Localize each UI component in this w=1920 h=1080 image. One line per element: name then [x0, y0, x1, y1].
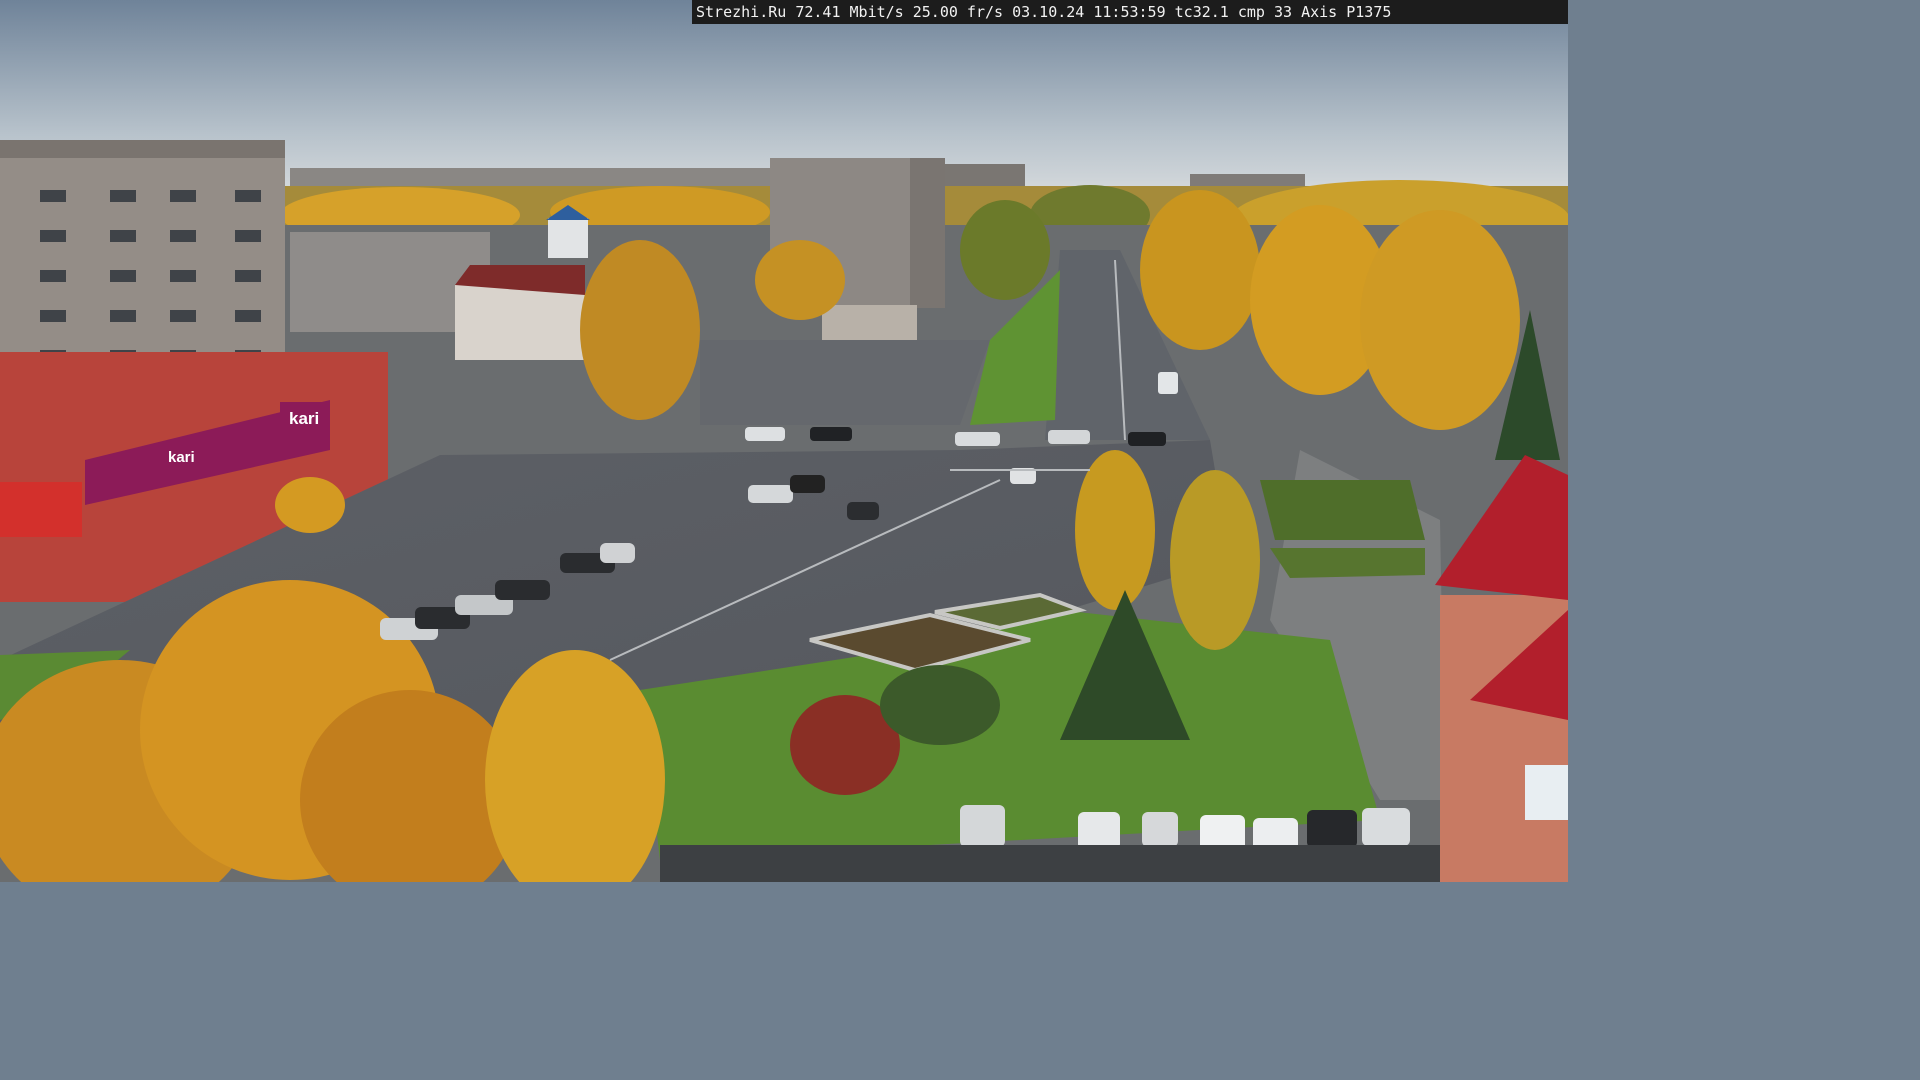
overlay-site: Strezhi.Ru [696, 3, 787, 21]
camera-info-overlay: Strezhi.Ru 72.41 Mbit/s 25.00 fr/s 03.10… [692, 0, 1568, 24]
overlay-date: 03.10.24 [1012, 3, 1085, 21]
overlay-time: 11:53:59 [1093, 3, 1166, 21]
overlay-cmp: cmp 33 [1237, 3, 1293, 21]
overlay-framerate: 25.00 fr/s [912, 3, 1004, 21]
pavilion [822, 305, 917, 345]
city-square-webcam-view: kari kari [0, 0, 1568, 882]
overlay-camera-model: Axis P1375 [1301, 3, 1392, 21]
foreground-parking-lot [660, 845, 1440, 882]
store-sign-logo: kari [289, 409, 319, 428]
store-sign-logo-secondary: kari [168, 449, 195, 466]
overlay-tc: tc32.1 [1174, 3, 1229, 21]
overlay-bitrate: 72.41 Mbit/s [795, 3, 904, 21]
